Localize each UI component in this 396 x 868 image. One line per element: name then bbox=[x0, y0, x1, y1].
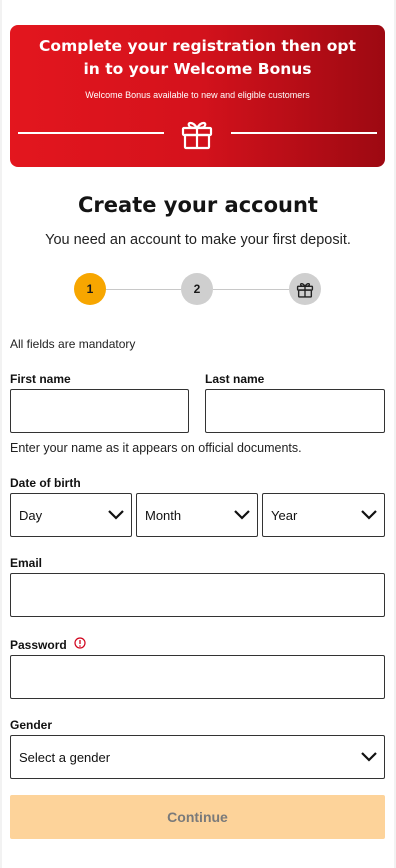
first-name-field[interactable] bbox=[10, 389, 189, 433]
welcome-bonus-banner: Complete your registration then opt in t… bbox=[10, 25, 385, 167]
dob-day-select[interactable]: Day bbox=[10, 493, 132, 537]
dob-year-value: Year bbox=[271, 507, 298, 523]
info-icon[interactable] bbox=[74, 637, 86, 649]
email-field[interactable] bbox=[10, 573, 385, 617]
gift-icon bbox=[181, 121, 213, 150]
password-field[interactable] bbox=[10, 655, 385, 699]
mandatory-note: All fields are mandatory bbox=[10, 337, 136, 351]
chevron-down-icon bbox=[234, 510, 250, 520]
dob-label: Date of birth bbox=[10, 476, 81, 490]
dob-year-select[interactable]: Year bbox=[262, 493, 385, 537]
gender-value: Select a gender bbox=[19, 749, 111, 765]
gender-select[interactable]: Select a gender bbox=[10, 735, 385, 779]
continue-button[interactable]: Continue bbox=[10, 795, 385, 839]
dob-month-select[interactable]: Month bbox=[136, 493, 258, 537]
gender-label: Gender bbox=[10, 718, 53, 732]
name-hint: Enter your name as it appears on officia… bbox=[10, 441, 302, 455]
page-title: Create your account bbox=[78, 193, 318, 217]
chevron-down-icon bbox=[361, 510, 377, 520]
first-name-label: First name bbox=[10, 372, 71, 386]
banner-title: Complete your registration then opt in t… bbox=[39, 37, 356, 78]
chevron-down-icon bbox=[108, 510, 124, 520]
email-label: Email bbox=[10, 556, 43, 570]
stepper-shadow bbox=[40, 325, 356, 333]
step-1: 1 bbox=[74, 273, 106, 305]
step-2: 2 bbox=[181, 273, 213, 305]
registration-stepper: 1 2 bbox=[0, 272, 396, 312]
last-name-field[interactable] bbox=[205, 389, 385, 433]
chevron-down-icon bbox=[361, 752, 377, 762]
stepper-connector bbox=[106, 289, 181, 290]
last-name-label: Last name bbox=[205, 372, 265, 386]
dob-month-value: Month bbox=[145, 507, 182, 523]
gift-icon bbox=[296, 282, 314, 298]
banner-divider-right bbox=[231, 132, 377, 134]
dob-day-value: Day bbox=[19, 507, 43, 523]
step-bonus bbox=[289, 273, 321, 305]
password-label: Password bbox=[10, 638, 67, 652]
page-subtitle: You need an account to make your first d… bbox=[45, 232, 351, 248]
banner-divider-left bbox=[18, 132, 164, 134]
stepper-connector bbox=[213, 289, 289, 290]
banner-subtitle: Welcome Bonus available to new and eligi… bbox=[85, 90, 310, 100]
